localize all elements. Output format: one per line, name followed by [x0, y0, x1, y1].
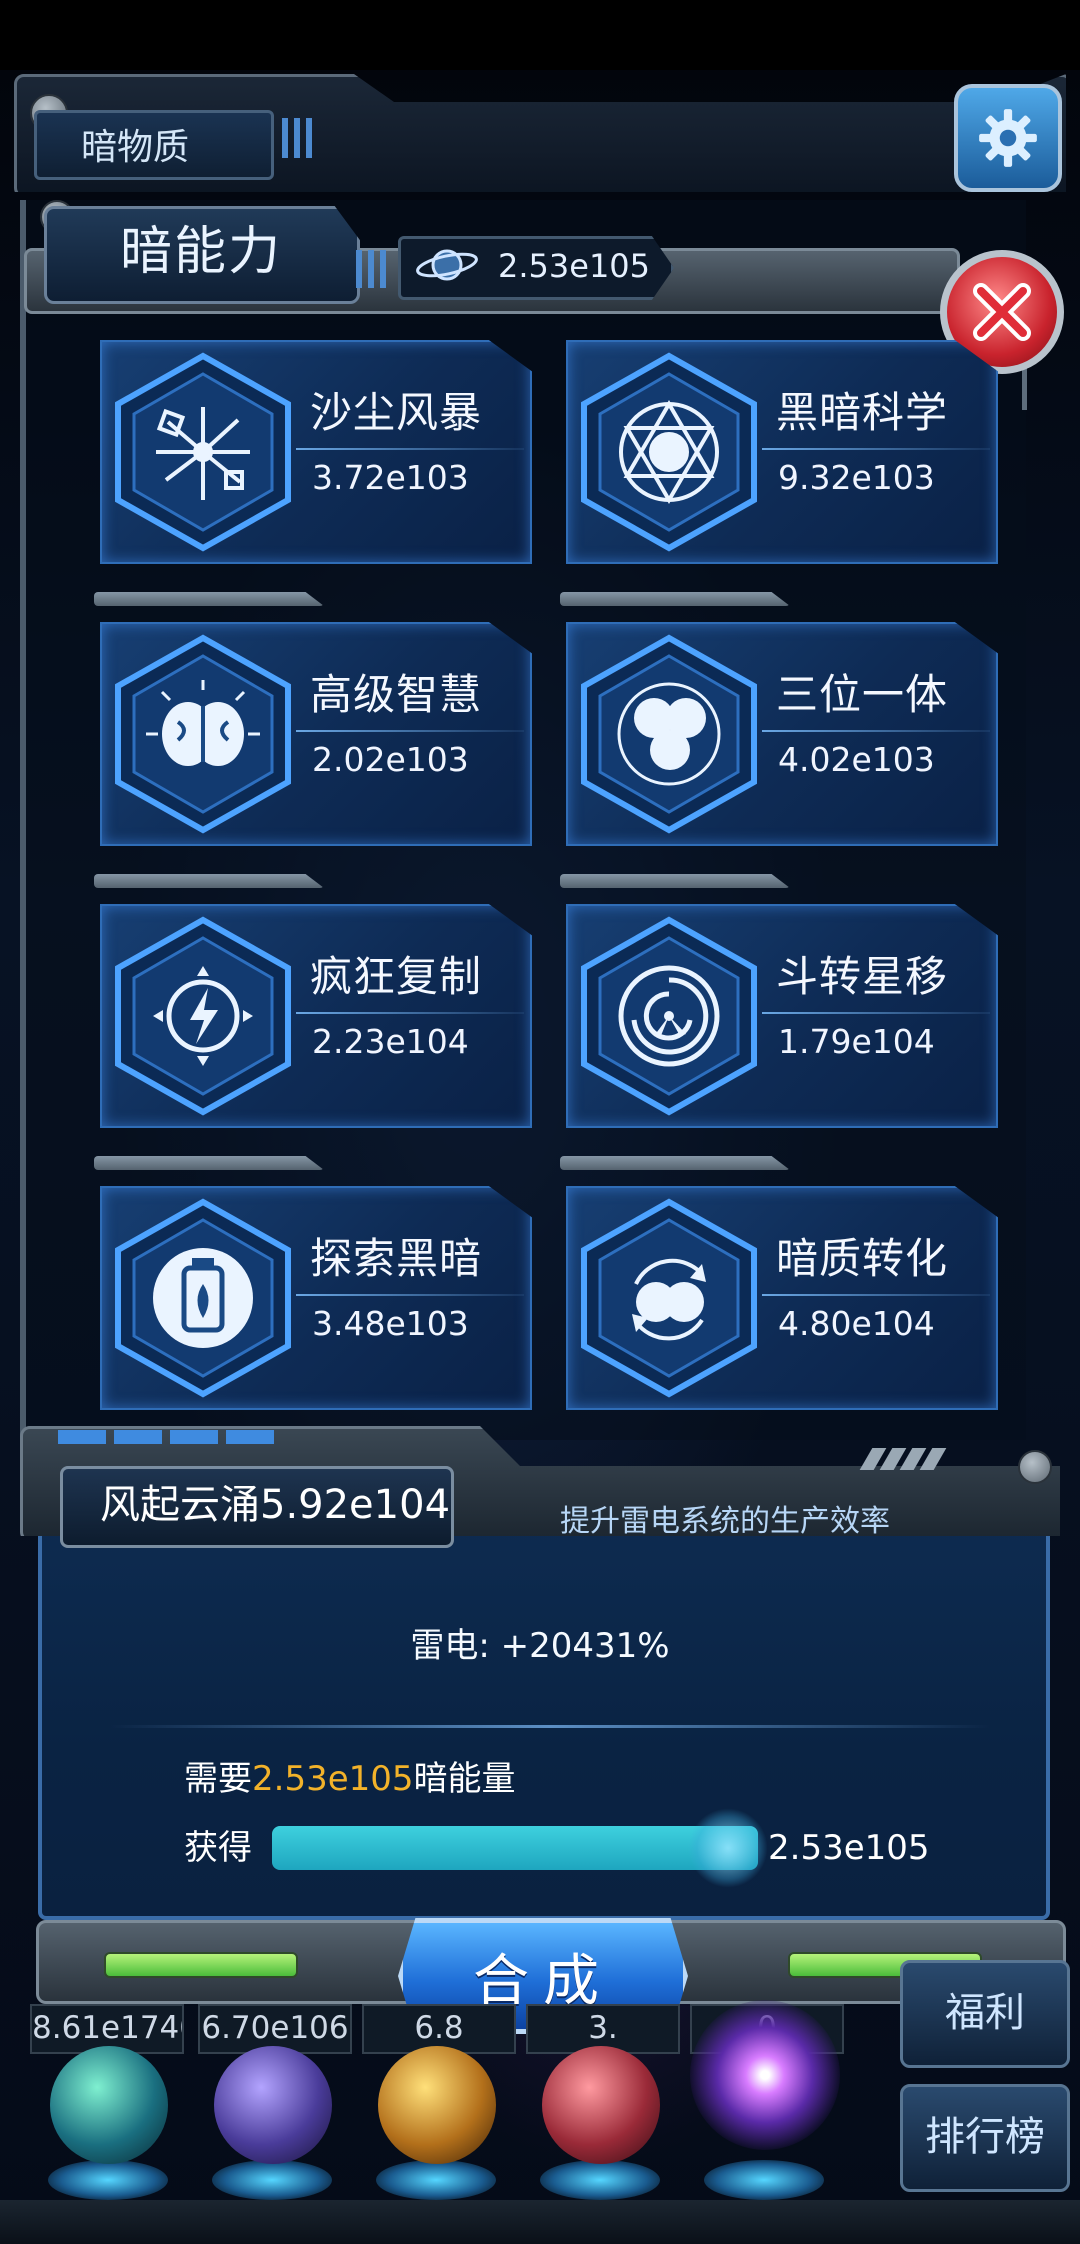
card-cap [560, 1156, 790, 1170]
lightning-replicate-icon [115, 916, 291, 1116]
trinity-icon [581, 634, 757, 834]
pedestal [212, 2160, 332, 2200]
skill-name: 高级智慧 [310, 670, 483, 719]
skill-name: 沙尘风暴 [310, 388, 483, 437]
cost-line: 需要2.53e105暗能量 [184, 1754, 516, 1804]
skill-divider [762, 730, 990, 732]
skill-card[interactable]: 疯狂复制 2.23e104 [94, 874, 532, 1128]
bolt-icon [1018, 1450, 1052, 1484]
skill-value: 4.02e103 [778, 740, 935, 779]
brain-icon [115, 634, 291, 834]
close-icon [973, 283, 1031, 341]
skill-value: 9.32e103 [778, 458, 935, 497]
skill-divider [296, 448, 524, 450]
selected-skill-name: 风起云涌5.92e104 [100, 1482, 451, 1528]
sandstorm-icon [115, 352, 291, 552]
gain-label: 获得 [184, 1828, 252, 1868]
card-cap [94, 1156, 324, 1170]
skill-description: 提升雷电系统的生产效率 [560, 1504, 890, 1539]
frame-vents [859, 1448, 947, 1470]
molecule-orb-icon[interactable] [50, 2046, 168, 2164]
card-cap [94, 592, 324, 606]
gain-progress-fill [272, 1826, 758, 1870]
vortex-icon [581, 916, 757, 1116]
leaderboard-button[interactable]: 排行榜 [900, 2084, 1070, 2192]
status-bar [0, 0, 1080, 70]
skill-card[interactable]: 高级智慧 2.02e103 [94, 592, 532, 846]
skill-name: 疯狂复制 [310, 952, 483, 1001]
skill-name: 黑暗科学 [776, 388, 949, 437]
dark-matter-tab[interactable]: 暗物质 [34, 110, 274, 180]
planet-icon [416, 249, 478, 281]
left-energy-bar [104, 1952, 298, 1978]
pedestal [540, 2160, 660, 2200]
panel-title: 暗能力 [120, 222, 283, 282]
gain-value: 2.53e105 [768, 1828, 930, 1868]
skill-card[interactable]: 探索黑暗 3.48e103 [94, 1156, 532, 1410]
skill-effect: 雷电: +20431% [410, 1626, 670, 1666]
skill-divider [296, 1294, 524, 1296]
skill-value: 1.79e104 [778, 1022, 935, 1061]
lantern-icon [115, 1198, 291, 1398]
pedestal [48, 2160, 168, 2200]
pedestal [376, 2160, 496, 2200]
network-orb-icon[interactable] [542, 2046, 660, 2164]
card-cap [560, 592, 790, 606]
skill-name: 斗转星移 [776, 952, 949, 1001]
tab-stripes [282, 118, 312, 158]
skill-divider [296, 730, 524, 732]
skill-divider [762, 1012, 990, 1014]
convert-icon [581, 1198, 757, 1398]
skill-divider [296, 1012, 524, 1014]
floor [0, 2200, 1080, 2244]
thunder-orb-icon[interactable] [214, 2046, 332, 2164]
cost-prefix: 需要 [184, 1759, 252, 1799]
skill-card[interactable]: 暗质转化 4.80e104 [560, 1156, 998, 1410]
card-cap [560, 874, 790, 888]
skill-divider [762, 448, 990, 450]
dark-energy-value: 2.53e105 [498, 247, 651, 285]
progress-knob [688, 1808, 768, 1888]
detail-divider [110, 1725, 990, 1728]
dark-science-icon [581, 352, 757, 552]
skill-card[interactable]: 三位一体 4.02e103 [560, 592, 998, 846]
detail-stripes [58, 1430, 274, 1444]
settings-button[interactable] [954, 84, 1062, 192]
card-cap [94, 874, 324, 888]
skill-value: 3.72e103 [312, 458, 469, 497]
gear-icon [979, 109, 1037, 167]
skill-name: 探索黑暗 [310, 1234, 483, 1283]
welfare-button[interactable]: 福利 [900, 1960, 1070, 2068]
skill-value: 2.02e103 [312, 740, 469, 779]
skill-name: 暗质转化 [776, 1234, 949, 1283]
skill-card[interactable]: 黑暗科学 9.32e103 [566, 340, 998, 564]
cost-value: 2.53e105 [252, 1759, 414, 1799]
dark-matter-orb-icon[interactable] [690, 2000, 840, 2150]
skill-divider [762, 1294, 990, 1296]
skill-card[interactable]: 斗转星移 1.79e104 [560, 874, 998, 1128]
skill-card[interactable]: 沙尘风暴 3.72e103 [100, 340, 532, 564]
pedestal [704, 2160, 824, 2200]
skill-value: 4.80e104 [778, 1304, 935, 1343]
galaxy-orb-icon[interactable] [378, 2046, 496, 2164]
cost-suffix: 暗能量 [413, 1759, 516, 1799]
skill-value: 2.23e104 [312, 1022, 469, 1061]
skill-value: 3.48e103 [312, 1304, 469, 1343]
title-stripes [356, 250, 386, 288]
skill-name: 三位一体 [776, 670, 949, 719]
